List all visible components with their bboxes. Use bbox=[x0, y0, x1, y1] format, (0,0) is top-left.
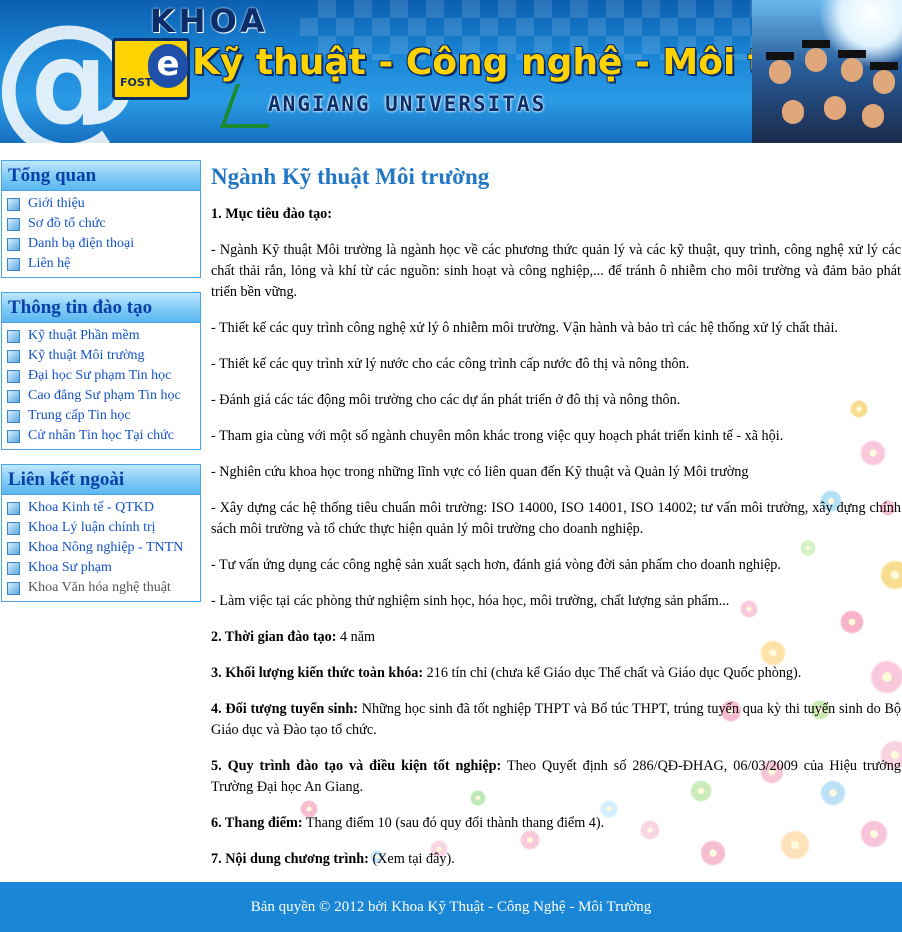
bullet-icon bbox=[7, 330, 20, 343]
section-heading: 1. Mục tiêu đào tạo: bbox=[211, 204, 901, 225]
sidebar-item-label: Trung cấp Tin học bbox=[28, 408, 131, 423]
objective-paragraph: - Xây dựng các hệ thống tiêu chuẩn môi t… bbox=[211, 500, 901, 537]
sidebar-item-label: Sơ đồ tổ chức bbox=[28, 216, 106, 231]
sidebar-item-label: Khoa Văn hóa nghệ thuật bbox=[28, 580, 171, 595]
sidebar-item-label: Kỹ thuật Môi trường bbox=[28, 348, 145, 363]
sidebar-item-cu-nhan-tai-chuc[interactable]: Cử nhân Tin học Tại chức bbox=[2, 426, 200, 446]
copyright-text: Bản quyền © 2012 bởi Khoa Kỹ Thuật - Côn… bbox=[250, 899, 652, 915]
sidebar-item-label: Giới thiệu bbox=[28, 196, 85, 211]
sidebar-item-nong-nghiep[interactable]: Khoa Nông nghiệp - TNTN bbox=[2, 538, 200, 558]
bullet-icon bbox=[7, 218, 20, 231]
bullet-icon bbox=[7, 502, 20, 515]
bullet-icon bbox=[7, 542, 20, 555]
sidebar-item-su-pham[interactable]: Khoa Sư phạm bbox=[2, 558, 200, 578]
sidebar-item-kinh-te[interactable]: Khoa Kinh tế - QTKD bbox=[2, 498, 200, 518]
sidebar-item-so-do-to-chuc[interactable]: Sơ đồ tổ chức bbox=[2, 214, 200, 234]
info-item-duration: 2. Thời gian đào tạo: 4 năm bbox=[211, 627, 901, 648]
fost-logo-e: e bbox=[148, 44, 188, 88]
sidebar-item-label: Kỹ thuật Phần mềm bbox=[28, 328, 140, 343]
objective-paragraph: - Ngành Kỹ thuật Môi trường là ngành học… bbox=[211, 242, 901, 300]
sidebar-item-label: Khoa Nông nghiệp - TNTN bbox=[28, 540, 184, 555]
sidebar-item-label: Khoa Sư phạm bbox=[28, 560, 112, 575]
info-label: 4. Đối tượng tuyển sinh: bbox=[211, 701, 359, 717]
university-name: ANGIANG UNIVERSITAS bbox=[268, 92, 547, 116]
info-value: 4 năm bbox=[336, 629, 376, 645]
sidebar-section-external-links: Liên kết ngoài Khoa Kinh tế - QTKD Khoa … bbox=[1, 464, 201, 602]
sidebar-item-danh-ba[interactable]: Danh bạ điện thoại bbox=[2, 234, 200, 254]
bullet-icon bbox=[7, 390, 20, 403]
objective-paragraph: - Tư vấn ứng dụng các công nghệ sản xuất… bbox=[211, 557, 781, 573]
bullet-icon bbox=[7, 562, 20, 575]
sidebar-item-label: Cử nhân Tin học Tại chức bbox=[28, 428, 174, 443]
sidebar-section-title: Thông tin đào tạo bbox=[2, 293, 200, 323]
info-label: 7. Nội dung chương trình: bbox=[211, 851, 369, 867]
sidebar-item-label: Đại học Sư phạm Tin học bbox=[28, 368, 172, 383]
bullet-icon bbox=[7, 410, 20, 423]
info-value: 216 tín chỉ (chưa kể Giáo dục Thể chất v… bbox=[423, 665, 802, 681]
page-title: Ngành Kỹ thuật Môi trường bbox=[211, 164, 490, 189]
bullet-icon bbox=[7, 430, 20, 443]
sidebar-section-title: Tổng quan bbox=[2, 161, 200, 191]
sidebar-section-training: Thông tin đào tạo Kỹ thuật Phần mềm Kỹ t… bbox=[1, 292, 201, 450]
curriculum-link[interactable]: (Xem tại đây). bbox=[369, 851, 454, 867]
sidebar: Tổng quan Giới thiệu Sơ đồ tổ chức Danh … bbox=[1, 160, 201, 616]
info-item-procedure: 5. Quy trình đào tạo và điều kiện tốt ng… bbox=[211, 756, 901, 798]
sidebar-item-label: Khoa Lý luận chính trị bbox=[28, 520, 156, 535]
objective-paragraph: - Đánh giá các tác động môi trường cho c… bbox=[211, 392, 681, 408]
sidebar-section-overview: Tổng quan Giới thiệu Sơ đồ tổ chức Danh … bbox=[1, 160, 201, 278]
info-label: 3. Khối lượng kiến thức toàn khóa: bbox=[211, 665, 424, 681]
sidebar-item-cd-su-pham-tin-hoc[interactable]: Cao đẳng Sư phạm Tin học bbox=[2, 386, 200, 406]
bullet-icon bbox=[7, 522, 20, 535]
bullet-icon bbox=[7, 258, 20, 271]
sidebar-item-ly-luan-chinh-tri[interactable]: Khoa Lý luận chính trị bbox=[2, 518, 200, 538]
sidebar-item-label: Liên hệ bbox=[28, 256, 71, 271]
sidebar-item-ky-thuat-phan-mem[interactable]: Kỹ thuật Phần mềm bbox=[2, 326, 200, 346]
bullet-icon bbox=[7, 350, 20, 363]
fost-logo-text: FOST bbox=[120, 76, 153, 89]
sidebar-item-trung-cap-tin-hoc[interactable]: Trung cấp Tin học bbox=[2, 406, 200, 426]
bullet-icon bbox=[7, 198, 20, 211]
sidebar-item-gioi-thieu[interactable]: Giới thiệu bbox=[2, 194, 200, 214]
bullet-icon bbox=[7, 370, 20, 383]
main-content: Ngành Kỹ thuật Môi trường 1. Mục tiêu đà… bbox=[211, 160, 901, 885]
objective-paragraph: - Thiết kế các quy trình xử lý nước cho … bbox=[211, 356, 690, 372]
sidebar-item-label: Khoa Kinh tế - QTKD bbox=[28, 500, 154, 515]
sidebar-item-van-hoa-nghe-thuat[interactable]: Khoa Văn hóa nghệ thuật bbox=[2, 578, 200, 598]
sidebar-item-ky-thuat-moi-truong[interactable]: Kỹ thuật Môi trường bbox=[2, 346, 200, 366]
info-label: 5. Quy trình đào tạo và điều kiện tốt ng… bbox=[211, 758, 502, 774]
info-value: Thang điểm 10 (sau đó quy đổi thành than… bbox=[302, 815, 605, 831]
bullet-icon bbox=[7, 238, 20, 251]
objective-paragraph: - Làm việc tại các phòng thử nghiệm sinh… bbox=[211, 593, 730, 609]
graduates-photo bbox=[752, 0, 902, 143]
objective-paragraph: - Tham gia cùng với một số ngành chuyên … bbox=[211, 428, 784, 444]
banner-khoa-text: KHOA bbox=[150, 2, 269, 40]
info-item-admission: 4. Đối tượng tuyển sinh: Những học sinh … bbox=[211, 699, 901, 741]
info-label: 6. Thang điểm: bbox=[211, 815, 303, 831]
sidebar-item-lien-he[interactable]: Liên hệ bbox=[2, 254, 200, 274]
bullet-icon bbox=[7, 582, 20, 595]
sidebar-item-label: Danh bạ điện thoại bbox=[28, 236, 135, 251]
sidebar-item-dh-su-pham-tin-hoc[interactable]: Đại học Sư phạm Tin học bbox=[2, 366, 200, 386]
info-item-curriculum: 7. Nội dung chương trình: (Xem tại đây). bbox=[211, 849, 901, 870]
footer: Bản quyền © 2012 bởi Khoa Kỹ Thuật - Côn… bbox=[0, 882, 902, 932]
sidebar-item-label: Cao đẳng Sư phạm Tin học bbox=[28, 388, 181, 403]
objective-paragraph: - Thiết kế các quy trình công nghệ xử lý… bbox=[211, 320, 838, 336]
objective-paragraph: - Nghiên cứu khoa học trong những lĩnh v… bbox=[211, 464, 749, 480]
info-item-credits: 3. Khối lượng kiến thức toàn khóa: 216 t… bbox=[211, 663, 901, 684]
info-label: 2. Thời gian đào tạo: bbox=[211, 629, 337, 645]
sidebar-section-title: Liên kết ngoài bbox=[2, 465, 200, 495]
info-item-grading: 6. Thang điểm: Thang điểm 10 (sau đó quy… bbox=[211, 813, 901, 834]
section-heading-label: 1. Mục tiêu đào tạo: bbox=[211, 206, 332, 222]
header-banner: @ KHOA e FOST Kỹ thuật - Công nghệ - Môi… bbox=[0, 0, 902, 143]
